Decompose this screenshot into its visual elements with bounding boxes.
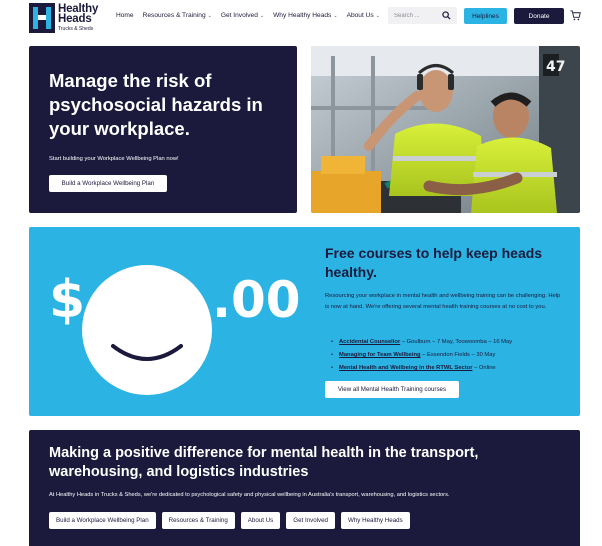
logo-line-2: Heads bbox=[58, 13, 92, 25]
hero-title: Manage the risk of psychosocial hazards … bbox=[49, 70, 263, 139]
mission-panel: Making a positive difference for mental … bbox=[29, 430, 580, 546]
nav-item-get-involved[interactable]: Get Involved ⌄ bbox=[221, 12, 264, 19]
search-box[interactable] bbox=[388, 7, 457, 24]
hero-subtitle: Start building your Workplace Wellbeing … bbox=[49, 156, 179, 162]
nav-item-resources-training[interactable]: Resources & Training ⌄ bbox=[143, 12, 212, 19]
chevron-down-icon: ⌄ bbox=[333, 12, 338, 19]
course-link[interactable]: Mental Health and Wellbeing in the RTWL … bbox=[339, 365, 472, 371]
dollar-sign: $ bbox=[49, 270, 85, 330]
search-icon[interactable] bbox=[442, 11, 451, 20]
build-wellbeing-plan-button[interactable]: Build a Workplace Wellbeing Plan bbox=[49, 175, 167, 192]
mission-button-why-healthy-heads[interactable]: Why Healthy Heads bbox=[341, 512, 410, 529]
logo[interactable]: Healthy Heads Trucks & Sheds bbox=[29, 3, 129, 33]
course-list-item: Mental Health and Wellbeing in the RTWL … bbox=[329, 363, 569, 376]
cart-icon[interactable] bbox=[570, 10, 581, 21]
chevron-down-icon: ⌄ bbox=[259, 12, 265, 19]
workers-photo-illustration: 47 bbox=[311, 46, 580, 213]
course-detail: – Online bbox=[472, 365, 496, 371]
course-list-item: Managing for Team Wellbeing – Essendon F… bbox=[329, 350, 569, 363]
course-detail: – Essendon Fields – 30 May bbox=[420, 352, 496, 358]
nav-item-label: Why Healthy Heads bbox=[273, 12, 332, 19]
mission-buttons: Build a Workplace Wellbeing Plan Resource… bbox=[49, 512, 410, 529]
search-input[interactable] bbox=[394, 10, 438, 21]
mission-description: At Healthy Heads in Trucks & Sheds, we'r… bbox=[49, 492, 450, 498]
main-nav: Home Resources & Training ⌄ Get Involved ⌄ Wh… bbox=[116, 12, 380, 19]
courses-description: Resourcing your workplace in mental heal… bbox=[325, 293, 561, 310]
smiley-face bbox=[82, 265, 212, 395]
photo-sign-number: 47 bbox=[546, 59, 565, 75]
nav-item-about-us[interactable]: About Us ⌄ bbox=[347, 12, 380, 19]
nav-item-why-healthy-heads[interactable]: Why Healthy Heads ⌄ bbox=[273, 12, 337, 19]
free-dollar-smiley-graphic: $ .00 bbox=[49, 265, 301, 395]
chevron-down-icon: ⌄ bbox=[207, 12, 212, 19]
course-list-item: Accidental Counsellor – Goulburn – 7 May… bbox=[329, 337, 569, 350]
donate-button[interactable]: Donate bbox=[514, 8, 564, 24]
chevron-down-icon: ⌄ bbox=[375, 12, 380, 19]
nav-item-label: Get Involved bbox=[220, 12, 258, 19]
mission-title: Making a positive difference for mental … bbox=[49, 445, 479, 480]
nav-item-label: About Us bbox=[346, 12, 374, 19]
mission-button-build-a-workplace-wellbeing-plan[interactable]: Build a Workplace Wellbeing Plan bbox=[49, 512, 156, 529]
mission-button-about-us[interactable]: About Us bbox=[240, 512, 281, 529]
course-link[interactable]: Managing for Team Wellbeing bbox=[339, 352, 421, 358]
hero-panel: Manage the risk of psychosocial hazards … bbox=[29, 46, 297, 213]
logo-tagline: Trucks & Sheds bbox=[58, 26, 94, 32]
hero-photo: 47 bbox=[311, 46, 580, 213]
helplines-button[interactable]: Helplines bbox=[464, 8, 507, 24]
view-all-courses-button[interactable]: View all Mental Health Training courses bbox=[325, 381, 459, 398]
logo-wordmark: Healthy Heads bbox=[58, 3, 98, 25]
course-detail: – Goulburn – 7 May, Toowoomba – 16 May bbox=[400, 339, 513, 345]
nav-item-label: Resources & Training bbox=[142, 12, 206, 19]
mission-button-resources-training[interactable]: Resources & Training bbox=[161, 512, 235, 529]
course-link[interactable]: Accidental Counsellor bbox=[339, 339, 400, 345]
nav-item-home[interactable]: Home bbox=[116, 12, 134, 19]
nav-item-label: Home bbox=[116, 12, 134, 19]
courses-title: Free courses to help keep heads healthy. bbox=[325, 245, 543, 280]
free-courses-panel: $ .00 Free courses to help keep heads he… bbox=[29, 227, 580, 416]
site-header: Healthy Heads Trucks & Sheds Home Resourc… bbox=[0, 0, 602, 38]
course-list: Accidental Counsellor – Goulburn – 7 May… bbox=[329, 337, 569, 376]
mission-button-get-involved[interactable]: Get Involved bbox=[286, 512, 335, 529]
logo-mark-icon bbox=[29, 3, 55, 33]
cents-amount: .00 bbox=[212, 271, 301, 329]
